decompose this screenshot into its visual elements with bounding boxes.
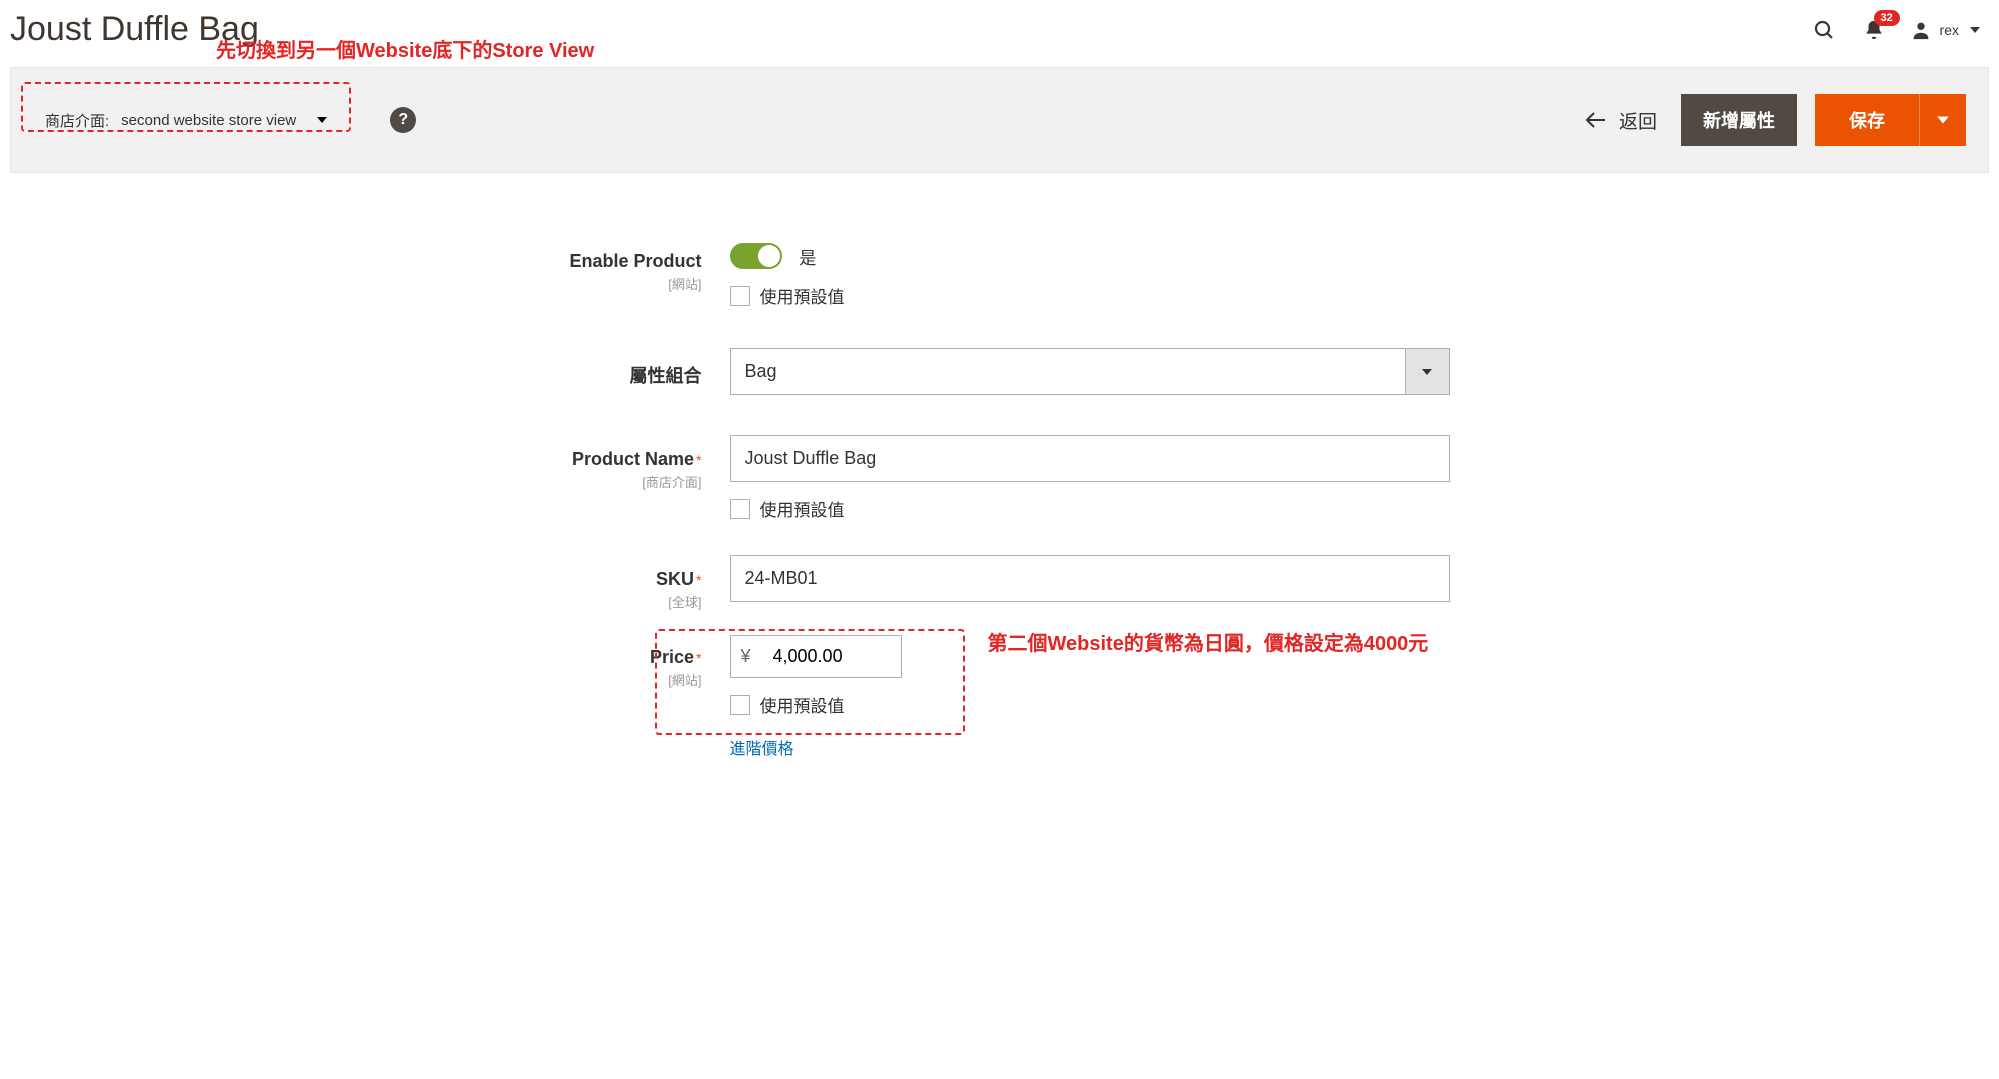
enable-product-scope: [網站] (430, 274, 702, 293)
notification-badge: 32 (1874, 10, 1900, 26)
search-icon[interactable] (1810, 16, 1838, 44)
enable-product-use-default-label: 使用預設值 (760, 283, 845, 308)
caret-down-icon (1936, 113, 1950, 127)
action-bar: 先切換到另一個Website底下的Store View 商店介面: second… (10, 67, 1989, 173)
store-switcher-value: second website store view (121, 112, 296, 129)
back-label: 返回 (1619, 107, 1657, 134)
field-enable-product: Enable Product [網站] 是 使用預設值 (430, 243, 1570, 308)
header-actions: 32 rex (1810, 16, 1981, 44)
notifications-icon[interactable]: 32 (1860, 16, 1888, 44)
advanced-pricing-link[interactable]: 進階價格 (730, 735, 794, 759)
enable-product-value: 是 (799, 244, 816, 269)
store-switcher[interactable]: 商店介面: second website store view (33, 104, 340, 137)
sku-label: SKU (656, 569, 694, 589)
enable-product-toggle[interactable] (730, 243, 782, 269)
attribute-set-label: 屬性組合 (630, 366, 702, 386)
enable-product-use-default-checkbox[interactable] (730, 286, 750, 306)
product-name-scope: [商店介面] (430, 472, 702, 491)
save-button[interactable]: 保存 (1815, 94, 1919, 146)
store-switcher-label: 商店介面: (45, 110, 109, 131)
attribute-set-value: Bag (731, 349, 1405, 394)
attribute-set-select[interactable]: Bag (730, 348, 1450, 395)
caret-down-icon (316, 114, 328, 126)
product-name-input[interactable] (730, 435, 1450, 482)
annotation-price: 第二個Website的貨幣為日圓，價格設定為4000元 (988, 627, 1429, 656)
user-menu[interactable]: rex (1910, 19, 1981, 41)
field-price: 第二個Website的貨幣為日圓，價格設定為4000元 Price* [網站] … (430, 635, 1570, 759)
caret-down-icon (1969, 24, 1981, 36)
annotation-top: 先切換到另一個Website底下的Store View (216, 34, 594, 63)
help-icon[interactable]: ? (390, 107, 416, 133)
save-options-toggle[interactable] (1919, 94, 1966, 146)
annotation-box-price (655, 629, 965, 735)
sku-scope: [全球] (430, 592, 702, 611)
enable-product-label: Enable Product (569, 251, 701, 271)
username-label: rex (1940, 22, 1959, 38)
sku-input[interactable] (730, 555, 1450, 602)
product-form: Enable Product [網站] 是 使用預設值 屬性組合 Bag (400, 243, 1600, 823)
product-name-use-default-label: 使用預設值 (760, 496, 845, 521)
field-product-name: Product Name* [商店介面] 使用預設值 (430, 435, 1570, 521)
field-sku: SKU* [全球] (430, 555, 1570, 611)
back-link[interactable]: 返回 (1585, 107, 1657, 134)
user-icon (1910, 19, 1932, 41)
attribute-set-caret[interactable] (1405, 349, 1449, 394)
product-name-label: Product Name (572, 449, 694, 469)
arrow-left-icon (1585, 112, 1607, 128)
caret-down-icon (1421, 366, 1433, 378)
add-attribute-button[interactable]: 新增屬性 (1681, 94, 1797, 146)
field-attribute-set: 屬性組合 Bag (430, 348, 1570, 395)
product-name-use-default-checkbox[interactable] (730, 499, 750, 519)
